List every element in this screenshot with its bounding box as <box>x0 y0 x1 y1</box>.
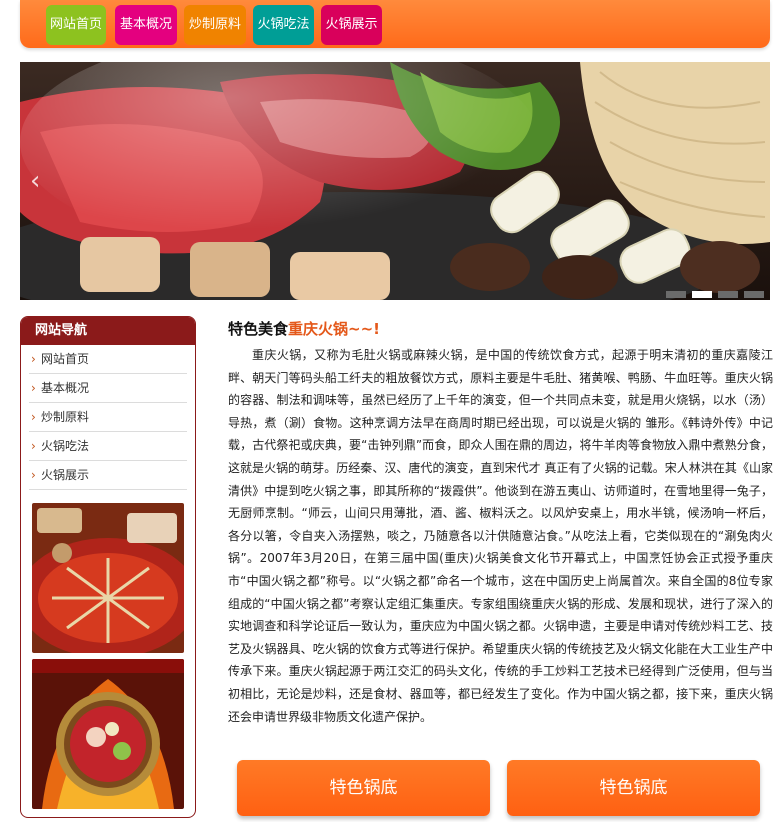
sidebar-title: 网站导航 <box>21 317 195 345</box>
slide-indicators <box>666 291 764 298</box>
chevron-left-icon[interactable]: ‹ <box>30 166 40 196</box>
sidebar-item-overview[interactable]: 基本概况 <box>29 374 187 403</box>
hotpot-image-2 <box>32 659 184 809</box>
sidebar-list: 网站首页 基本概况 炒制原料 火锅吃法 火锅展示 <box>21 345 195 490</box>
top-nav-bar: 网站首页 基本概况 炒制原料 火锅吃法 火锅展示 <box>20 0 770 48</box>
sidebar-item-showcase[interactable]: 火锅展示 <box>29 461 187 490</box>
nav-item-ingredients[interactable]: 炒制原料 <box>184 5 246 45</box>
page-title: 特色美食重庆火锅~~! <box>228 316 773 342</box>
title-highlight: 重庆火锅~~! <box>288 320 380 338</box>
nav-item-overview[interactable]: 基本概况 <box>115 5 177 45</box>
nav-item-how-to-eat[interactable]: 火锅吃法 <box>253 5 314 45</box>
slide-dot[interactable] <box>744 291 764 298</box>
intro-paragraph: 重庆火锅，又称为毛肚火锅或麻辣火锅，是中国的传统饮食方式，起源于明末清初的重庆嘉… <box>228 348 773 724</box>
sidebar-item-how-to-eat[interactable]: 火锅吃法 <box>29 432 187 461</box>
sidebar-item-ingredients[interactable]: 炒制原料 <box>29 403 187 432</box>
hotpot-photo <box>20 62 770 300</box>
slide-dot[interactable] <box>666 291 686 298</box>
slide-dot[interactable] <box>718 291 738 298</box>
feature-button-left[interactable]: 特色锅底 <box>237 760 490 816</box>
sidebar-nav: 网站导航 网站首页 基本概况 炒制原料 火锅吃法 火锅展示 <box>20 316 196 818</box>
feature-button-right[interactable]: 特色锅底 <box>507 760 760 816</box>
nav-item-home[interactable]: 网站首页 <box>46 5 106 45</box>
slide-dot-active[interactable] <box>692 291 712 298</box>
main-content: 特色美食重庆火锅~~! 重庆火锅，又称为毛肚火锅或麻辣火锅，是中国的传统饮食方式… <box>228 316 773 728</box>
hotpot-image-1 <box>32 503 184 653</box>
hero-banner: ‹ <box>20 62 770 300</box>
nav-item-showcase[interactable]: 火锅展示 <box>321 5 382 45</box>
sidebar-item-home[interactable]: 网站首页 <box>29 345 187 374</box>
title-prefix: 特色美食 <box>228 320 289 338</box>
